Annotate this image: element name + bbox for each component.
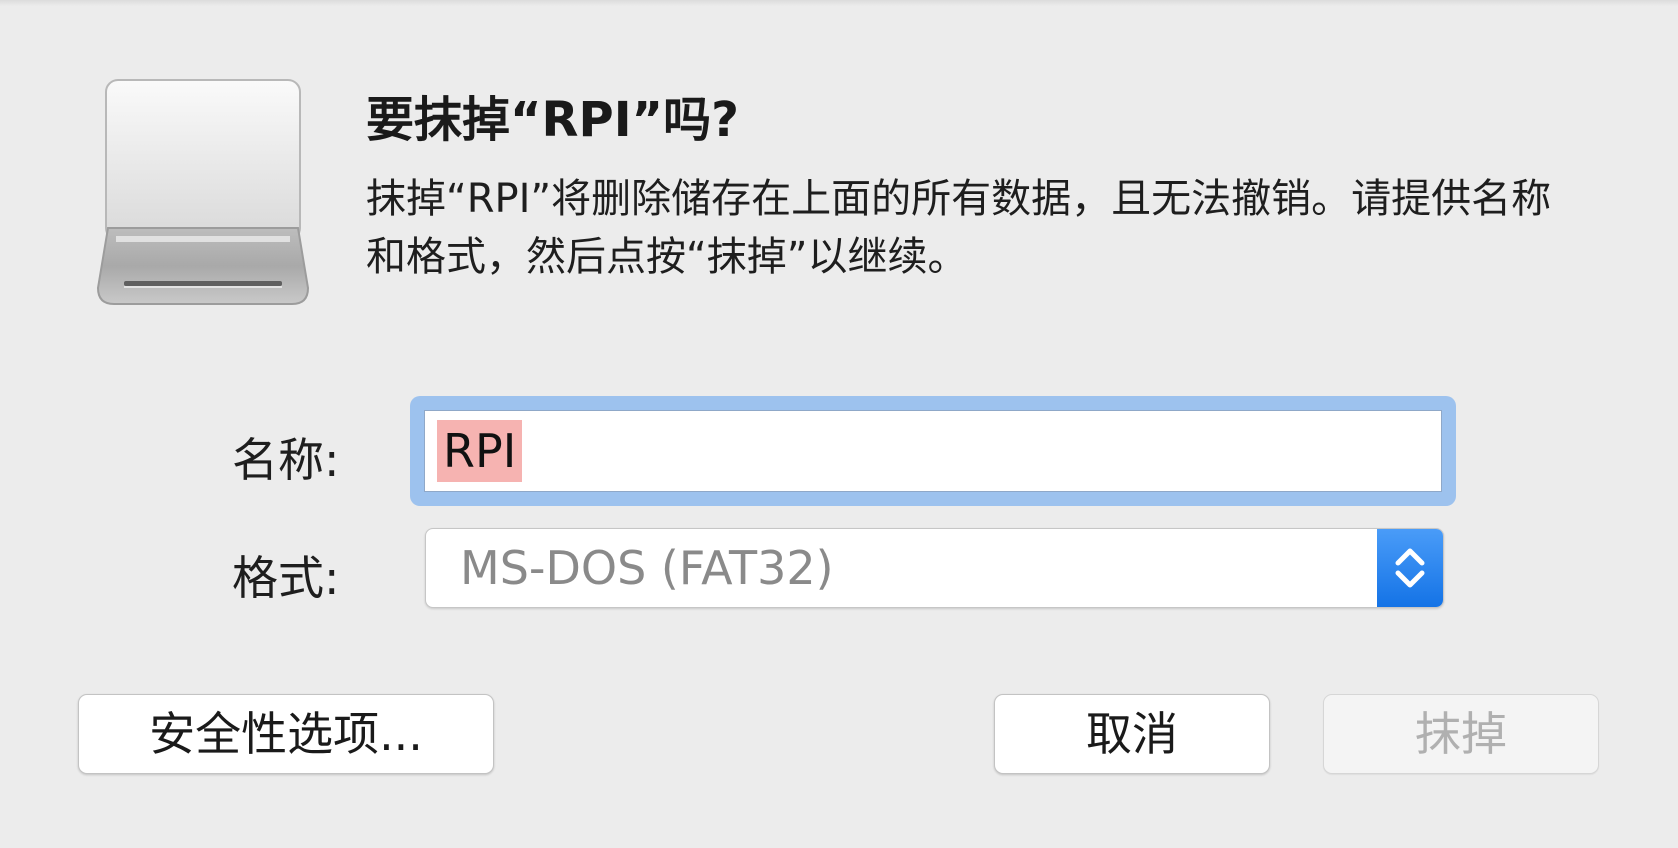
name-input[interactable]: RPI xyxy=(424,410,1442,492)
erase-dialog: 要抹掉“RPI”吗? 抹掉“RPI”将删除储存在上面的所有数据，且无法撤销。请提… xyxy=(0,0,1678,848)
format-stepper[interactable] xyxy=(1377,529,1443,607)
cancel-button[interactable]: 取消 xyxy=(994,694,1270,774)
format-label: 格式: xyxy=(232,551,340,605)
external-drive-icon xyxy=(94,78,312,314)
erase-button[interactable]: 抹掉 xyxy=(1323,694,1599,774)
dialog-message: 抹掉“RPI”将删除储存在上面的所有数据，且无法撤销。请提供名称和格式，然后点按… xyxy=(366,176,1552,280)
format-select-value[interactable]: MS-DOS (FAT32) xyxy=(460,529,834,607)
format-select[interactable]: MS-DOS (FAT32) xyxy=(425,528,1444,608)
security-options-button[interactable]: 安全性选项... xyxy=(78,694,494,774)
chevron-up-down-icon xyxy=(1395,548,1425,588)
name-input-value[interactable]: RPI xyxy=(437,420,523,482)
dialog-title: 要抹掉“RPI”吗? xyxy=(366,92,739,148)
name-label: 名称: xyxy=(232,433,340,487)
